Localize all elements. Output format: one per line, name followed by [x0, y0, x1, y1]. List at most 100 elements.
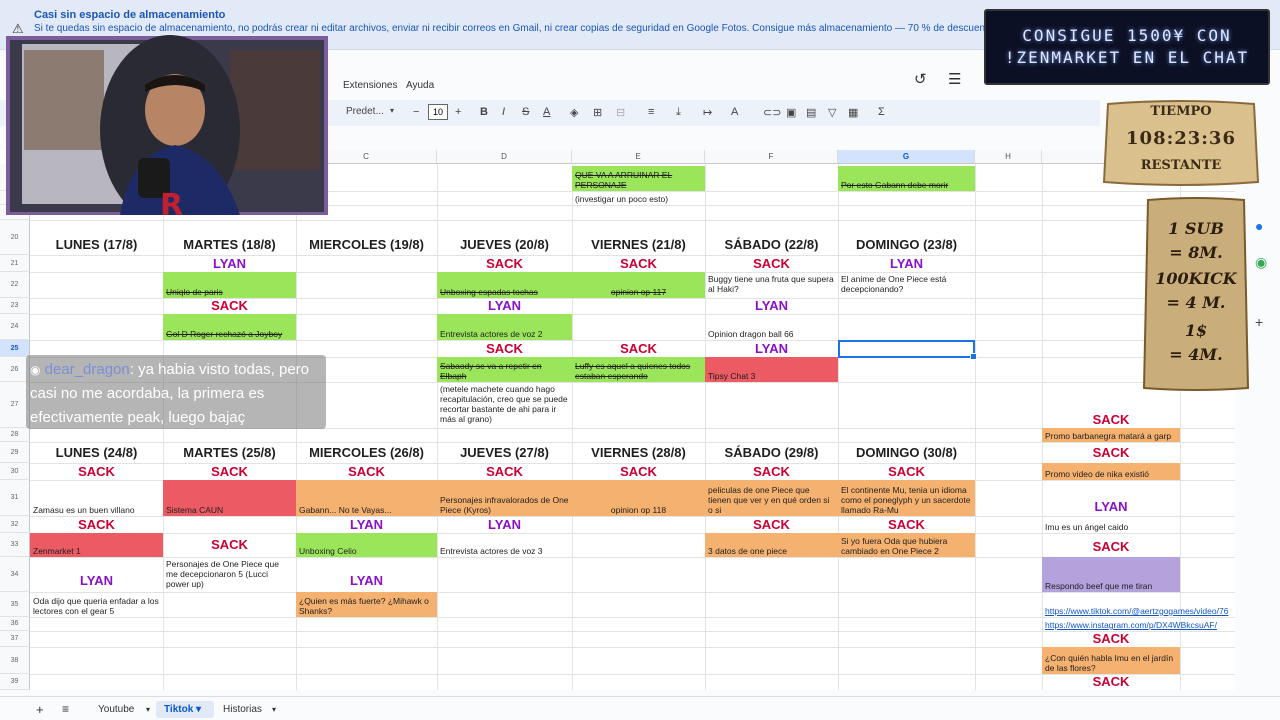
assignee-cell[interactable]: SACK [705, 463, 838, 480]
assignee-cell[interactable]: SACK [1042, 412, 1180, 428]
topic-cell[interactable]: El anime de One Piece está decepcionando… [838, 272, 975, 298]
link-icon[interactable]: ⊂⊃ [763, 106, 781, 119]
assignee-cell[interactable]: LYAN [296, 516, 437, 533]
topic-cell[interactable]: Opinion dragon ball 66 [705, 314, 838, 340]
day-header[interactable]: JUEVES (20/8) [437, 234, 572, 255]
bold-icon[interactable]: B [480, 106, 488, 118]
col-header-f[interactable]: F [705, 150, 838, 164]
topic-cell[interactable]: Gol D Roger rechazó a Joyboy [163, 314, 296, 340]
topic-cell[interactable]: Entrevista actores de voz 2 [437, 314, 572, 340]
topic-cell[interactable]: Uniqlo de paris [163, 272, 296, 298]
topic-cell[interactable]: 3 datos de one piece [705, 533, 838, 557]
topic-cell[interactable]: Luffy es aquel a quienes todos estaban e… [572, 357, 705, 382]
chevron-down-icon[interactable]: ▾ [138, 701, 158, 718]
row-header[interactable]: 29 [0, 442, 30, 463]
strikethrough-icon[interactable]: S [522, 106, 529, 118]
selected-cell-g25[interactable] [838, 340, 977, 360]
assignee-cell[interactable]: LYAN [437, 298, 572, 314]
row-header[interactable]: 23 [0, 298, 30, 314]
row-header[interactable]: 28 [0, 428, 30, 442]
topic-cell[interactable]: Sabaody se va a repetir en Elbaph [437, 357, 572, 382]
borders-icon[interactable]: ⊞ [593, 106, 602, 119]
topic-cell[interactable]: Oda dijo que queria enfadar a los lector… [30, 592, 163, 617]
topic-cell[interactable]: Entrevista actores de voz 3 [437, 533, 572, 557]
day-header[interactable]: DOMINGO (30/8) [838, 442, 975, 463]
day-header[interactable]: SÁBADO (29/8) [705, 442, 838, 463]
history-icon[interactable]: ↺ [914, 70, 927, 88]
assignee-cell[interactable]: SACK [1042, 674, 1180, 690]
chevron-down-icon[interactable]: ▾ [264, 701, 284, 718]
topic-cell[interactable]: Sistema CAUN [163, 480, 296, 516]
assignee-cell[interactable]: SACK [163, 463, 296, 480]
assignee-cell[interactable]: SACK [296, 463, 437, 480]
topic-cell[interactable]: Unboxing Celio [296, 533, 437, 557]
assignee-cell[interactable]: SACK [1042, 631, 1180, 647]
day-header[interactable]: MIERCOLES (26/8) [296, 442, 437, 463]
assignee-cell[interactable]: SACK [30, 463, 163, 480]
assignee-cell[interactable]: SACK [572, 255, 705, 272]
row-header[interactable]: 21 [0, 255, 30, 272]
assignee-cell[interactable]: LYAN [30, 570, 163, 592]
text-color-icon[interactable]: A [543, 106, 550, 118]
menu-help[interactable]: Ayuda [406, 80, 434, 91]
topic-cell[interactable]: ¿Con quién habla Imu en el jardín de las… [1042, 647, 1180, 674]
assignee-cell[interactable]: SACK [705, 516, 838, 533]
table-icon[interactable]: ▦ [848, 106, 858, 119]
filter-icon[interactable]: ▽ [828, 106, 836, 119]
day-header[interactable]: MIERCOLES (19/8) [296, 234, 437, 255]
day-header[interactable]: DOMINGO (23/8) [838, 234, 975, 255]
tab-youtube[interactable]: Youtube [90, 701, 142, 718]
topic-cell[interactable]: peliculas de one Piece que tienen que ve… [705, 480, 838, 516]
topic-cell[interactable]: Respondo beef que me tiran [1042, 557, 1180, 592]
topic-cell[interactable]: opinion op 117 [572, 272, 705, 298]
assignee-cell[interactable]: SACK [30, 516, 163, 533]
rotate-icon[interactable]: A [731, 106, 738, 118]
topic-cell[interactable]: Zamasu es un buen villano [30, 480, 163, 516]
row-header[interactable]: 37 [0, 631, 30, 647]
assignee-cell[interactable]: LYAN [296, 570, 437, 592]
assignee-cell[interactable]: SACK [437, 463, 572, 480]
font-size-input[interactable]: 10 [428, 104, 448, 120]
row-header[interactable]: 35 [0, 592, 30, 617]
row-header[interactable]: 36 [0, 617, 30, 631]
assignee-cell[interactable]: SACK [705, 255, 838, 272]
cell-g16[interactable]: Por esto Gabann debe morir [838, 166, 975, 191]
menu-extensions[interactable]: Extensiones [343, 80, 397, 91]
assignee-cell[interactable]: SACK [163, 533, 296, 557]
day-header[interactable]: VIERNES (28/8) [572, 442, 705, 463]
wrap-icon[interactable]: ↦ [703, 106, 712, 119]
note-cell[interactable]: (metele machete cuando hago recapitulaci… [437, 382, 572, 428]
assignee-cell[interactable]: SACK [1042, 537, 1180, 557]
assignee-cell[interactable]: LYAN [705, 340, 838, 357]
col-header-h[interactable]: H [975, 150, 1042, 164]
row-header[interactable]: 24 [0, 314, 30, 340]
topic-cell[interactable]: Tipsy Chat 3 [705, 357, 838, 382]
row-header[interactable]: 25 [0, 340, 30, 357]
topic-cell[interactable]: Si yo fuera Oda que hubiera cambiado en … [838, 533, 975, 557]
topic-cell[interactable]: Personajes de One Piece que me decepcion… [163, 557, 296, 592]
topic-cell[interactable]: Gabann... No te Vayas... [296, 480, 437, 516]
assignee-cell[interactable]: SACK [838, 463, 975, 480]
col-header-e[interactable]: E [572, 150, 705, 164]
topic-cell[interactable]: opinion op 118 [572, 480, 705, 516]
instagram-link[interactable]: https://www.instagram.com/p/DX4WBkcsuAF/ [1042, 617, 1235, 631]
row-header[interactable]: 22 [0, 272, 30, 298]
align-icon[interactable]: ≡ [648, 106, 654, 118]
assignee-cell[interactable]: SACK [437, 340, 572, 357]
topic-cell[interactable]: Zenmarket 1 [30, 533, 163, 557]
day-header[interactable]: SÁBADO (22/8) [705, 234, 838, 255]
increase-size-icon[interactable]: + [455, 106, 461, 118]
topic-cell[interactable]: Imu es un ángel caido [1042, 516, 1180, 533]
row-header[interactable]: 39 [0, 674, 30, 690]
add-sheet-button[interactable]: + [28, 701, 52, 718]
day-header[interactable]: VIERNES (21/8) [572, 234, 705, 255]
day-header[interactable]: MARTES (25/8) [163, 442, 296, 463]
fill-color-icon[interactable]: ◈ [570, 106, 578, 119]
comment-icon[interactable]: ☰ [948, 70, 961, 88]
tab-historias[interactable]: Historias [215, 701, 270, 718]
cell-e16[interactable]: QUE VA A ARRUINAR EL PERSONAJE [572, 166, 705, 191]
assignee-cell[interactable]: LYAN [163, 255, 296, 272]
topic-cell[interactable]: Personajes infravalorados de One Piece (… [437, 480, 572, 516]
topic-cell[interactable]: El continente Mu, tenia un idioma como e… [838, 480, 975, 516]
chevron-down-icon[interactable]: ▾ [390, 106, 394, 115]
